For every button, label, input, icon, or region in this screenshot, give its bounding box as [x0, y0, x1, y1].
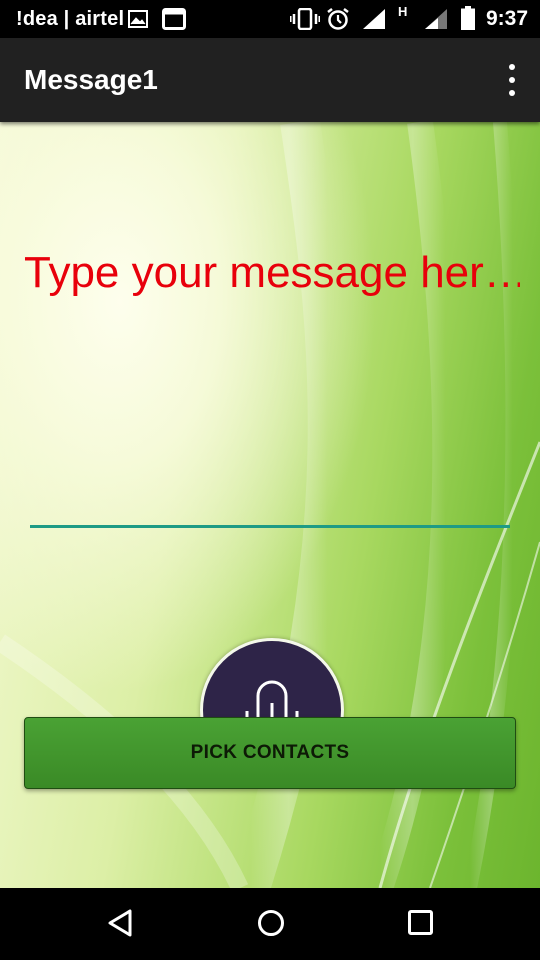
- status-bar: !dea | airtel H 9:37: [0, 0, 540, 38]
- navigation-bar: [0, 888, 540, 960]
- recents-icon[interactable]: [406, 908, 436, 943]
- message-input-underline: [30, 525, 510, 528]
- vibrate-icon: [289, 7, 321, 35]
- image-icon: [128, 9, 148, 34]
- carrier-label: !dea | airtel: [16, 8, 125, 30]
- signal-h-icon: [424, 8, 448, 35]
- more-vert-icon[interactable]: [502, 64, 522, 96]
- pick-contacts-button[interactable]: PICK CONTACTS: [24, 717, 516, 789]
- main-content: Type your message her… PICK CONTACTS: [0, 122, 540, 888]
- app-bar: Message1: [0, 38, 540, 122]
- battery-icon: [461, 6, 475, 35]
- app-title: Message1: [24, 64, 158, 95]
- alarm-icon: [326, 7, 350, 36]
- pick-contacts-label: PICK CONTACTS: [190, 742, 350, 763]
- message-input[interactable]: Type your message her…: [24, 248, 520, 298]
- screen-icon: [162, 8, 186, 35]
- network-type-label: H: [398, 4, 408, 19]
- home-icon[interactable]: [256, 908, 286, 943]
- clock: 9:37: [485, 7, 528, 30]
- back-icon[interactable]: [106, 908, 136, 943]
- signal-icon: [362, 8, 386, 35]
